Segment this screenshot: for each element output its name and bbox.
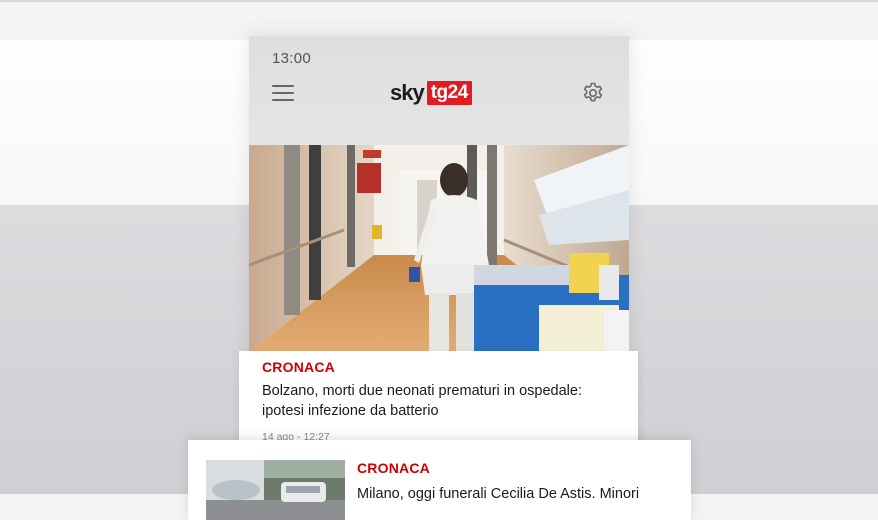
article-title[interactable]: Bolzano, morti due neonati prematuri in … bbox=[262, 381, 612, 421]
article-title[interactable]: Milano, oggi funerali Cecilia De Astis. … bbox=[357, 484, 677, 504]
article-card[interactable]: CRONACA Bolzano, morti due neonati prema… bbox=[239, 351, 638, 446]
app-header: 13:00 sky tg24 bbox=[249, 36, 629, 146]
article-thumbnail[interactable] bbox=[206, 460, 345, 520]
logo-sky-text: sky bbox=[390, 80, 425, 105]
article-card[interactable]: CRONACA Milano, oggi funerali Cecilia De… bbox=[188, 440, 691, 520]
hero-image-hospital-corridor[interactable] bbox=[249, 145, 629, 352]
article-category[interactable]: CRONACA bbox=[357, 460, 430, 476]
top-divider bbox=[0, 0, 878, 2]
status-time: 13:00 bbox=[272, 50, 312, 67]
logo-tg24-text: tg24 bbox=[426, 81, 472, 105]
article-category[interactable]: CRONACA bbox=[262, 359, 335, 375]
skytg24-logo[interactable]: sky tg24 bbox=[390, 80, 472, 106]
hamburger-menu-icon[interactable] bbox=[272, 85, 294, 101]
gear-icon[interactable] bbox=[581, 81, 605, 105]
